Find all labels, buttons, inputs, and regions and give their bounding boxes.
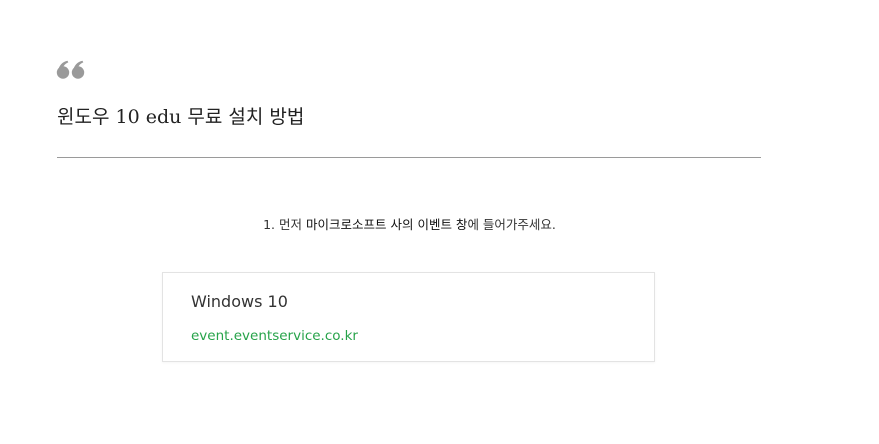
title-divider (57, 157, 761, 158)
link-card-url[interactable]: event.eventservice.co.kr (191, 325, 358, 347)
link-preview-card[interactable]: Windows 10 event.eventservice.co.kr (162, 272, 655, 362)
step-highlight: 마이크로소프트 사의 이벤트 창 (306, 217, 468, 232)
step-text-before: 먼저 (279, 217, 303, 232)
step-text-after: 에 들어가주세요. (467, 217, 556, 232)
page-title: 윈도우 10 edu 무료 설치 방법 (57, 106, 305, 128)
step-number: 1. (263, 217, 276, 232)
step-instruction: 1. 먼저 마이크로소프트 사의 이벤트 창에 들어가주세요. (0, 214, 819, 236)
quote-icon (56, 60, 86, 80)
link-card-title[interactable]: Windows 10 (191, 290, 288, 314)
